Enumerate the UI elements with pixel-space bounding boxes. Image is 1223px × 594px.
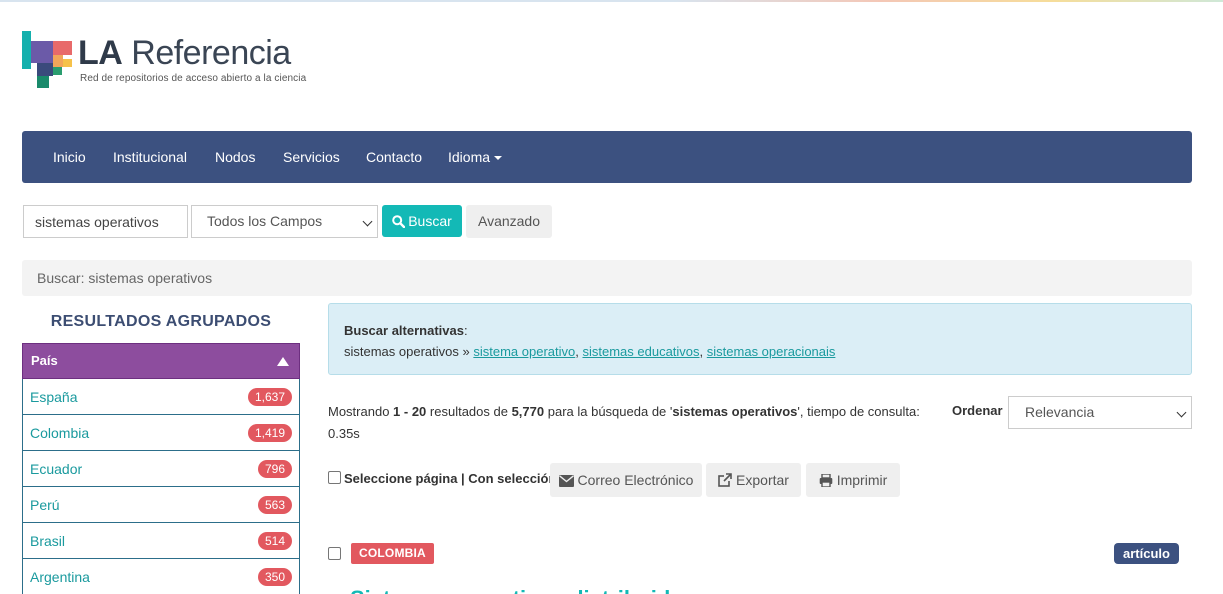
facet-item-label: Ecuador	[30, 461, 83, 477]
main-navbar: Inicio Institucional Nodos Servicios Con…	[22, 131, 1192, 183]
search-input[interactable]	[23, 205, 188, 238]
sort-label: Ordenar	[952, 403, 1003, 418]
site-logo[interactable]: LA Referencia Red de repositorios de acc…	[22, 31, 322, 91]
search-icon	[392, 215, 406, 229]
facet-item-brasil[interactable]: Brasil 514	[22, 523, 300, 559]
alternative-link-sistemas-educativos[interactable]: sistemas educativos	[582, 344, 699, 359]
facet-count-badge: 1,419	[247, 424, 292, 442]
chevron-down-icon	[362, 216, 373, 227]
facet-item-peru[interactable]: Perú 563	[22, 487, 300, 523]
alternative-link-sistemas-operacionais[interactable]: sistemas operacionais	[707, 344, 836, 359]
top-color-strip	[0, 0, 1223, 2]
facet-item-label: Colombia	[30, 425, 90, 441]
facet-count-badge: 1,637	[247, 388, 292, 406]
search-field-value: Todos los Campos	[207, 213, 323, 229]
nav-idioma-dropdown[interactable]: Idioma	[448, 131, 503, 183]
email-button-label: Correo Electrónico	[577, 472, 694, 488]
facet-item-ecuador[interactable]: Ecuador 796	[22, 451, 300, 487]
facet-header-label: País	[31, 353, 58, 368]
logo-subtitle: Red de repositorios de acceso abierto a …	[80, 73, 307, 84]
results-summary: Mostrando 1 - 20 resultados de 5,770 par…	[328, 404, 920, 441]
result-country-badge: COLOMBIA	[351, 543, 434, 564]
nav-inicio[interactable]: Inicio	[53, 131, 86, 183]
result-checkbox[interactable]	[328, 547, 341, 560]
breadcrumb: Buscar: sistemas operativos	[22, 260, 1192, 296]
facet-list: España 1,637 Colombia 1,419 Ecuador 796 Per…	[22, 379, 300, 594]
sort-value: Relevancia	[1025, 404, 1095, 420]
facet-count-badge: 563	[257, 496, 292, 514]
facet-header-pais[interactable]: País	[22, 343, 300, 379]
result-type-badge: artículo	[1114, 543, 1179, 564]
caret-down-icon	[494, 156, 503, 161]
select-page-checkbox[interactable]	[328, 471, 341, 484]
logo-mark-icon	[22, 31, 72, 88]
facet-count-badge: 514	[257, 532, 292, 550]
selection-label: Seleccione página | Con selección:	[344, 471, 561, 486]
facet-item-label: Perú	[30, 497, 60, 513]
printer-icon	[819, 473, 833, 488]
alternative-link-sistema-operativo[interactable]: sistema operativo	[473, 344, 575, 359]
nav-institucional[interactable]: Institucional	[113, 131, 187, 183]
print-button[interactable]: Imprimir	[806, 463, 900, 497]
facet-item-label: Argentina	[30, 569, 90, 585]
facet-item-argentina[interactable]: Argentina 350	[22, 559, 300, 594]
email-button[interactable]: Correo Electrónico	[550, 463, 702, 497]
export-button-label: Exportar	[736, 472, 789, 488]
envelope-icon	[558, 475, 574, 487]
chevron-down-icon	[1176, 407, 1187, 418]
nav-idioma-label: Idioma	[448, 149, 491, 165]
alternatives-query: sistemas operativos »	[344, 344, 470, 359]
nav-servicios[interactable]: Servicios	[283, 131, 340, 183]
facet-item-label: Brasil	[30, 533, 66, 549]
alternatives-label: Buscar alternativas	[344, 323, 464, 338]
sort-select[interactable]: Relevancia	[1008, 396, 1192, 429]
facet-item-colombia[interactable]: Colombia 1,419	[22, 415, 300, 451]
search-alternatives-box: Buscar alternativas: sistemas operativos…	[328, 303, 1192, 375]
search-field-select[interactable]: Todos los Campos	[191, 205, 378, 238]
facet-item-label: España	[30, 389, 78, 405]
triangle-up-icon	[277, 357, 289, 366]
advanced-search-button[interactable]: Avanzado	[466, 205, 552, 238]
logo-title: LA Referencia	[78, 34, 291, 72]
search-button-label: Buscar	[408, 213, 452, 229]
facet-item-espana[interactable]: España 1,637	[22, 379, 300, 415]
facet-count-badge: 796	[257, 460, 292, 478]
export-button[interactable]: Exportar	[706, 463, 801, 497]
nav-nodos[interactable]: Nodos	[215, 131, 255, 183]
external-link-icon	[718, 473, 733, 487]
print-button-label: Imprimir	[836, 472, 888, 488]
nav-contacto[interactable]: Contacto	[366, 131, 422, 183]
search-button[interactable]: Buscar	[382, 205, 462, 237]
facet-count-badge: 350	[257, 568, 292, 586]
result-title-link[interactable]: Sistemas operativos distribuidos	[350, 586, 696, 594]
sidebar-title: RESULTADOS AGRUPADOS	[50, 313, 272, 330]
